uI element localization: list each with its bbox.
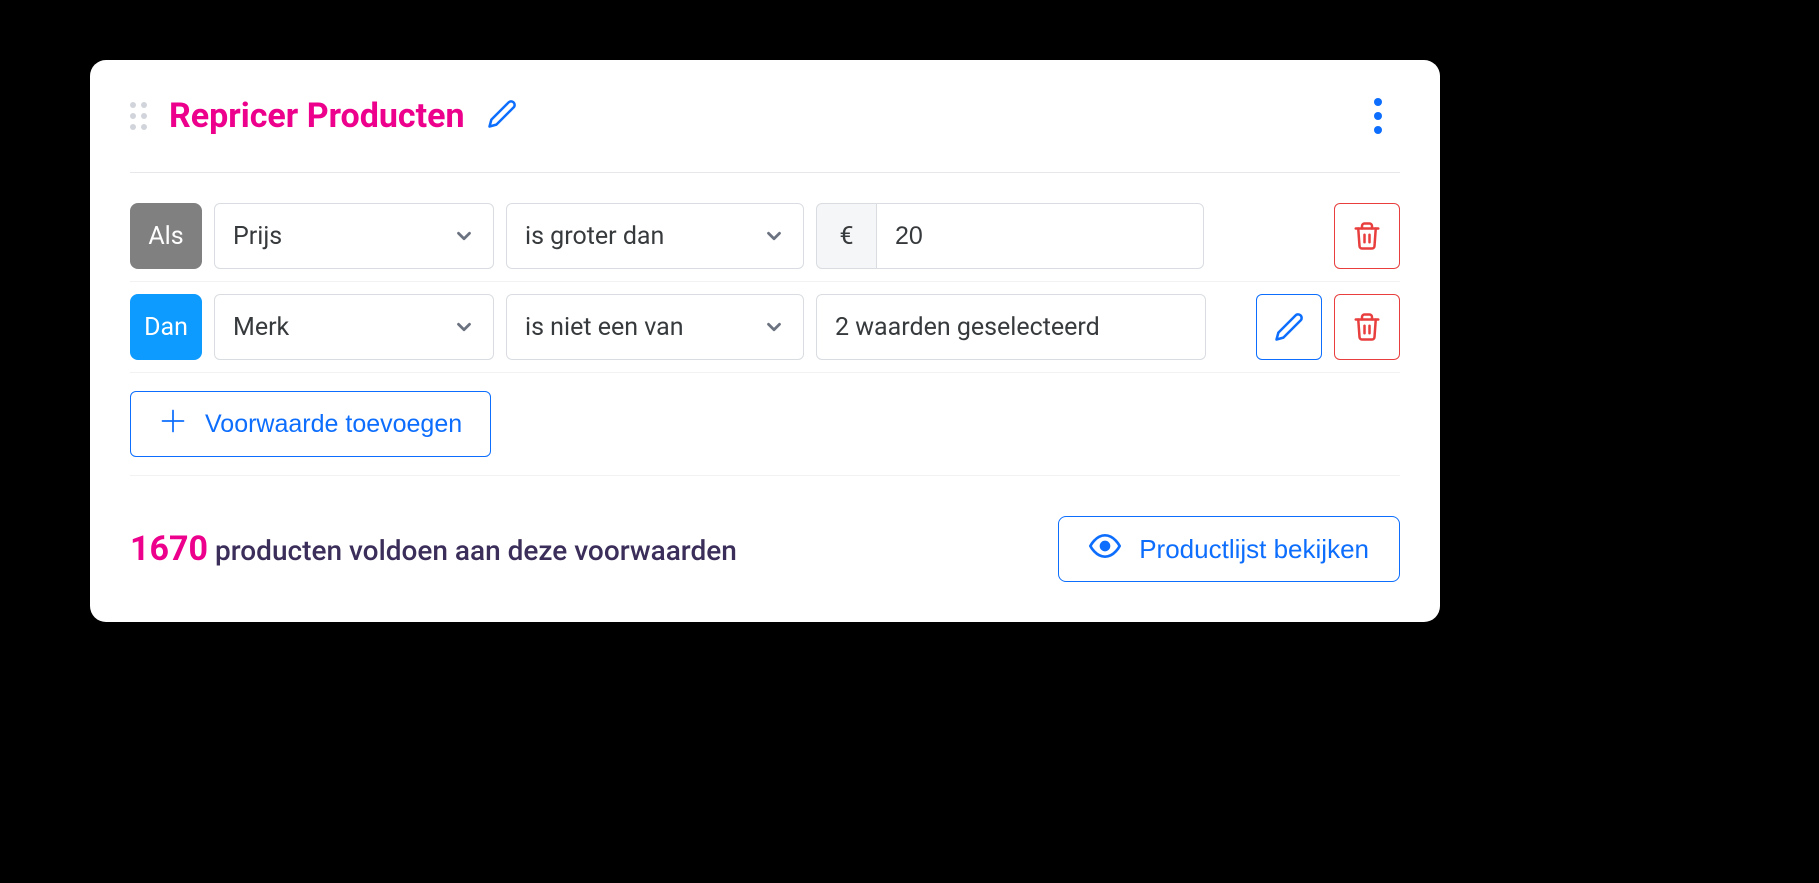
header-left: Repricer Producten (130, 96, 517, 136)
field-select[interactable]: Prijs (214, 203, 494, 269)
operator-select[interactable]: is groter dan (506, 203, 804, 269)
card-title: Repricer Producten (169, 96, 465, 136)
condition-row: Dan Merk is niet een van 2 waarden gesel… (130, 282, 1400, 373)
delete-row-button[interactable] (1334, 294, 1400, 360)
edit-row-button[interactable] (1256, 294, 1322, 360)
edit-title-button[interactable] (487, 99, 517, 133)
row-chip-dan: Dan (130, 294, 202, 360)
plus-icon (159, 407, 187, 442)
add-condition-button[interactable]: Voorwaarde toevoegen (130, 391, 491, 457)
value-input[interactable] (876, 203, 1204, 269)
operator-select-label: is niet een van (525, 313, 684, 342)
view-product-list-label: Productlijst bekijken (1139, 534, 1369, 565)
delete-row-button[interactable] (1334, 203, 1400, 269)
eye-icon (1089, 530, 1121, 569)
chevron-down-icon (763, 225, 785, 247)
operator-select[interactable]: is niet een van (506, 294, 804, 360)
value-display[interactable]: 2 waarden geselecteerd (816, 294, 1206, 360)
value-input-group: € (816, 203, 1204, 269)
field-select-label: Prijs (233, 222, 282, 251)
view-product-list-button[interactable]: Productlijst bekijken (1058, 516, 1400, 582)
repricer-card: Repricer Producten Als Prijs is groter d… (90, 60, 1440, 622)
chevron-down-icon (453, 225, 475, 247)
chevron-down-icon (763, 316, 785, 338)
card-header: Repricer Producten (130, 90, 1400, 173)
drag-handle-icon[interactable] (130, 102, 147, 130)
chevron-down-icon (453, 316, 475, 338)
field-select-label: Merk (233, 313, 289, 342)
match-count-text: 1670 producten voldoen aan deze voorwaar… (130, 529, 737, 569)
match-count: 1670 (130, 529, 208, 569)
more-menu-icon[interactable] (1366, 90, 1390, 142)
field-select[interactable]: Merk (214, 294, 494, 360)
match-count-suffix: producten voldoen aan deze voorwaarden (215, 534, 737, 567)
card-footer: 1670 producten voldoen aan deze voorwaar… (130, 476, 1400, 582)
currency-prefix: € (816, 203, 876, 269)
add-condition-row: Voorwaarde toevoegen (130, 373, 1400, 476)
condition-row: Als Prijs is groter dan € (130, 191, 1400, 282)
row-chip-als: Als (130, 203, 202, 269)
operator-select-label: is groter dan (525, 222, 664, 251)
add-condition-label: Voorwaarde toevoegen (205, 410, 462, 439)
